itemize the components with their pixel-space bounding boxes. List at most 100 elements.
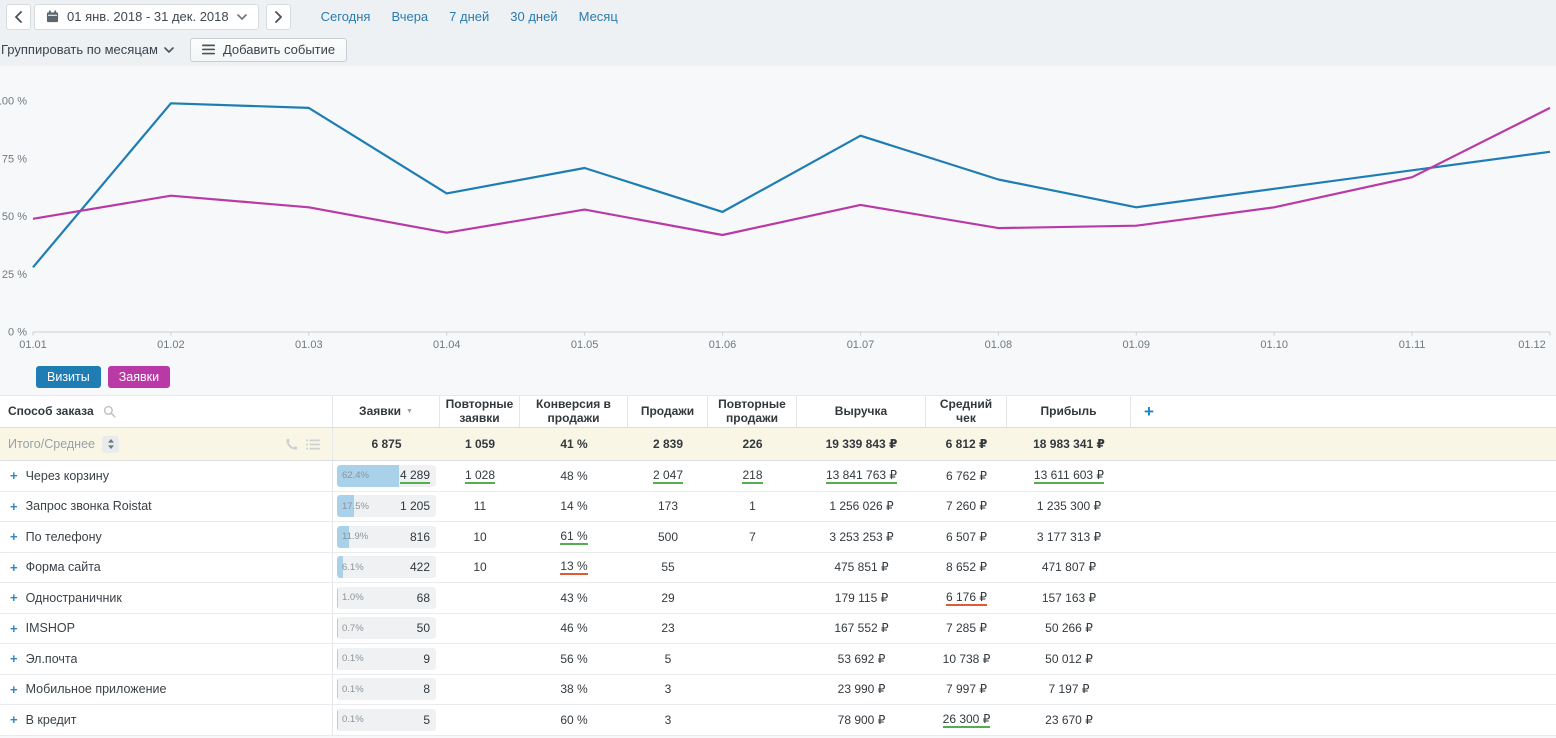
column-header-profit[interactable]: Прибыль [1007, 396, 1131, 427]
row-filler [1131, 492, 1556, 522]
expand-row-icon[interactable]: + [10, 652, 18, 665]
cell-profit[interactable]: 13 611 603 ₽ [1034, 468, 1104, 484]
column-header-label: Продажи [641, 405, 694, 419]
date-range-label: 01 янв. 2018 - 31 дек. 2018 [67, 9, 229, 24]
zayavki-share-bar: 0.1%9 [337, 648, 436, 670]
zayavki-share-label: 0.1% [342, 684, 423, 695]
cell-repeat-sales-container [708, 553, 797, 583]
column-header-revenue[interactable]: Выручка [797, 396, 926, 427]
search-icon[interactable] [103, 405, 116, 418]
cell-sales[interactable]: 2 047 [653, 468, 683, 484]
column-header-repeat-sales[interactable]: Повторные продажи [708, 396, 797, 427]
x-tick-label: 01.06 [709, 339, 737, 351]
column-header-repeat-zayavki[interactable]: Повторные заявки [440, 396, 520, 427]
cell-sales-container: 23 [628, 614, 708, 644]
zayavki-share-bar: 62.4%4 289 [337, 465, 436, 487]
cell-zayavki[interactable]: 4 289 [400, 468, 430, 484]
table-row: +Эл.почта0.1%956 %553 692 ₽10 738 ₽50 01… [0, 644, 1556, 675]
cell-sales-container: 5 [628, 644, 708, 674]
quick-period-link-1[interactable]: Вчера [391, 9, 428, 24]
order-method-label: Форма сайта [26, 560, 101, 574]
order-method-cell: + Мобильное приложение [0, 675, 333, 705]
expand-row-icon[interactable]: + [10, 500, 18, 513]
expand-row-icon[interactable]: + [10, 591, 18, 604]
cell-avg-check-container: 7 997 ₽ [926, 675, 1007, 705]
cell-sales: 3 [665, 682, 672, 696]
cell-profit: 3 177 313 ₽ [1037, 530, 1101, 544]
column-header-order-method[interactable]: Способ заказа [0, 396, 333, 427]
column-header-avg-check[interactable]: Средний чек [926, 396, 1007, 427]
cell-repeat-zayavki: 10 [473, 560, 486, 574]
cell-repeat-zayavki-container [440, 675, 520, 705]
zayavki-share-label: 62.4% [342, 470, 400, 481]
cell-repeat-sales-container: 7 [708, 522, 797, 552]
cell-avg-check[interactable]: 6 176 ₽ [946, 590, 987, 606]
zayavki-cell: 62.4%4 289 [333, 461, 440, 491]
add-event-button[interactable]: Добавить событие [190, 38, 347, 62]
zayavki-cell: 0.1%9 [333, 644, 440, 674]
group-by-dropdown[interactable]: Группировать по месяцам [1, 42, 174, 57]
cell-conversion[interactable]: 13 % [560, 559, 587, 575]
cell-conversion[interactable]: 61 % [560, 529, 587, 545]
legend-zayavki-button[interactable]: Заявки [108, 366, 170, 388]
x-tick-label: 01.08 [985, 339, 1013, 351]
table-row: +Мобильное приложение0.1%838 %323 990 ₽7… [0, 675, 1556, 706]
cell-revenue-container: 53 692 ₽ [797, 644, 926, 674]
column-header-label: Заявки [359, 405, 401, 419]
cell-avg-check: 6 762 ₽ [946, 469, 987, 483]
column-header-add-column[interactable]: + [1131, 396, 1556, 427]
order-method-cell: + В кредит [0, 705, 333, 735]
column-header-zayavki[interactable]: Заявки▼ [333, 396, 440, 427]
zayavki-cell: 17.5%1 205 [333, 492, 440, 522]
expand-row-icon[interactable]: + [10, 622, 18, 635]
hamburger-list-icon[interactable] [306, 439, 320, 450]
cell-repeat-sales[interactable]: 218 [742, 468, 762, 484]
cell-profit: 50 012 ₽ [1045, 652, 1093, 666]
expand-row-icon[interactable]: + [10, 683, 18, 696]
zayavki-share-bar: 11.9%816 [337, 526, 436, 548]
table-row: +Форма сайта6.1%4221013 %55475 851 ₽8 65… [0, 553, 1556, 584]
cell-conversion: 38 % [560, 682, 587, 696]
cell-avg-check[interactable]: 26 300 ₽ [943, 712, 991, 728]
quick-period-link-3[interactable]: 30 дней [510, 9, 557, 24]
legend-visits-button[interactable]: Визиты [36, 366, 101, 388]
cell-revenue[interactable]: 13 841 763 ₽ [826, 468, 897, 484]
add-event-label: Добавить событие [223, 42, 335, 57]
order-method-label: Запрос звонка Roistat [26, 499, 152, 513]
chart-legend: Визиты Заявки [36, 366, 1556, 388]
totals-conversion: 41 % [520, 428, 628, 460]
column-header-label: Повторные заявки [445, 398, 514, 425]
zayavki-cell: 0.1%8 [333, 675, 440, 705]
cell-profit-container: 50 266 ₽ [1007, 614, 1131, 644]
cell-sales: 29 [661, 591, 674, 605]
phone-icon[interactable] [284, 437, 299, 452]
cell-repeat-sales-container: 1 [708, 492, 797, 522]
order-method-cell: +Одностраничник [0, 583, 333, 613]
series-line-zayavki [33, 108, 1550, 235]
order-method-label: По телефону [26, 530, 102, 544]
next-period-button[interactable] [266, 4, 291, 30]
x-tick-label: 01.12 [1518, 339, 1546, 351]
expand-row-icon[interactable]: + [10, 469, 18, 482]
cell-conversion: 14 % [560, 499, 587, 513]
cell-repeat-sales-container [708, 675, 797, 705]
expand-row-icon[interactable]: + [10, 561, 18, 574]
column-header-sales[interactable]: Продажи [628, 396, 708, 427]
expand-row-icon[interactable]: + [10, 530, 18, 543]
cell-profit-container: 3 177 313 ₽ [1007, 522, 1131, 552]
prev-period-button[interactable] [6, 4, 31, 30]
totals-sort-toggle[interactable] [102, 436, 119, 453]
order-method-cell: +Через корзину [0, 461, 333, 491]
cell-repeat-zayavki[interactable]: 1 028 [465, 468, 495, 484]
quick-period-link-0[interactable]: Сегодня [321, 9, 371, 24]
order-method-label: Мобильное приложение [26, 682, 167, 696]
quick-period-link-4[interactable]: Месяц [579, 9, 618, 24]
column-header-conversion[interactable]: Конверсия в продажи [520, 396, 628, 427]
date-range-picker[interactable]: 01 янв. 2018 - 31 дек. 2018 [34, 4, 259, 30]
cell-revenue-container: 167 552 ₽ [797, 614, 926, 644]
order-method-label: В кредит [26, 713, 77, 727]
totals-sales: 2 839 [628, 428, 708, 460]
quick-period-link-2[interactable]: 7 дней [449, 9, 489, 24]
cell-revenue-container: 1 256 026 ₽ [797, 492, 926, 522]
expand-row-icon[interactable]: + [10, 713, 18, 726]
